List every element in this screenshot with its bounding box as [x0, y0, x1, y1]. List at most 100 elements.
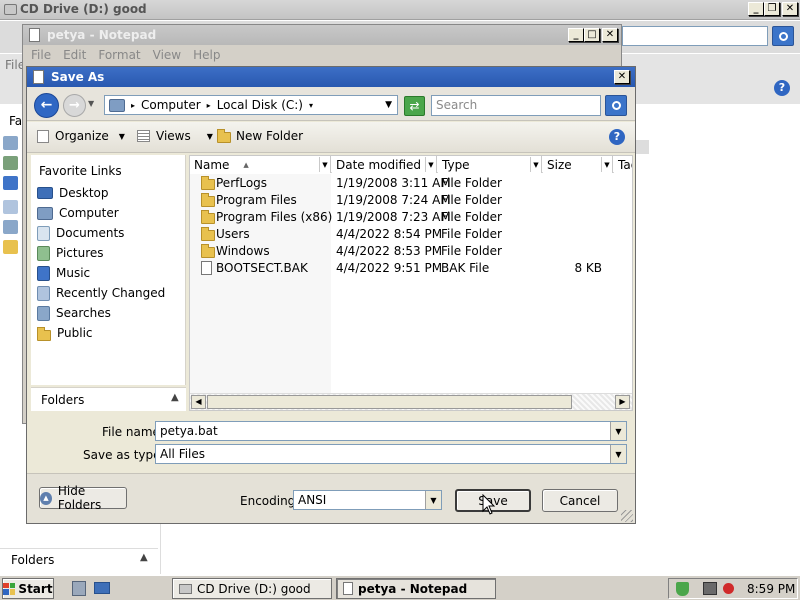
- horizontal-scrollbar[interactable]: ◀ ▶: [190, 393, 632, 410]
- hide-folders-button[interactable]: ▲ Hide Folders: [39, 484, 127, 512]
- column-dropdown-icon[interactable]: ▼: [425, 157, 436, 172]
- encoding-select[interactable]: ANSI ▼: [293, 490, 442, 510]
- task-explorer[interactable]: CD Drive (D:) good: [172, 578, 332, 599]
- quicklaunch-server-icon[interactable]: [72, 581, 86, 596]
- column-type[interactable]: Type ▼: [438, 156, 542, 173]
- chevron-down-icon[interactable]: ▼: [425, 491, 441, 509]
- breadcrumb[interactable]: ▸ Computer ▸ Local Disk (C:) ▾ ▼: [104, 95, 398, 115]
- column-size[interactable]: Size ▼: [543, 156, 613, 173]
- column-label: Type: [442, 157, 470, 172]
- task-notepad[interactable]: petya - Notepad: [336, 578, 496, 599]
- search-icon: [611, 101, 621, 110]
- notepad-minimize-button[interactable]: _: [568, 28, 584, 42]
- refresh-icon: ⇄: [409, 99, 420, 113]
- column-label: Tag: [618, 157, 632, 172]
- chevron-down-icon[interactable]: ▼: [610, 445, 626, 463]
- explorer-list-header-stub: [635, 140, 649, 154]
- chevron-up-icon: ▲: [40, 491, 52, 505]
- chevron-up-icon: ▲: [171, 392, 179, 403]
- menu-help[interactable]: Help: [193, 48, 220, 62]
- favorite-documents[interactable]: Documents: [37, 223, 124, 243]
- volume-icon[interactable]: [723, 583, 734, 594]
- favorite-searches[interactable]: Searches: [37, 303, 111, 323]
- organize-button[interactable]: Organize ▼: [37, 129, 125, 143]
- forward-button[interactable]: →: [63, 94, 86, 117]
- table-row[interactable]: PerfLogs 1/19/2008 3:11 AM File Folder: [190, 175, 630, 192]
- views-button[interactable]: Views ▼: [137, 129, 213, 143]
- explorer-close-button[interactable]: ✕: [782, 2, 798, 16]
- favorite-recently-changed[interactable]: Recently Changed: [37, 283, 165, 303]
- breadcrumb-dropdown-icon[interactable]: ▼: [385, 100, 392, 110]
- search-button[interactable]: [605, 95, 627, 116]
- file-name-cell: BOOTSECT.BAK: [216, 261, 308, 275]
- table-row[interactable]: Program Files (x86) 1/19/2008 7:23 AM File…: [190, 209, 630, 226]
- organize-label: Organize: [55, 129, 109, 143]
- file-name-input[interactable]: petya.bat ▼: [155, 421, 627, 441]
- notepad-maximize-button[interactable]: □: [584, 28, 600, 42]
- sort-ascending-icon: ▲: [243, 160, 249, 169]
- task-label: petya - Notepad: [358, 581, 468, 596]
- notepad-close-button[interactable]: ✕: [602, 28, 618, 42]
- menu-format[interactable]: Format: [98, 48, 140, 62]
- date-modified-cell: 1/19/2008 7:24 AM: [336, 193, 451, 207]
- favorite-computer[interactable]: Computer: [37, 203, 119, 223]
- cancel-button[interactable]: Cancel: [542, 489, 618, 512]
- favorite-music[interactable]: Music: [37, 263, 90, 283]
- file-rows: PerfLogs 1/19/2008 3:11 AM File Folder Prog…: [190, 175, 632, 295]
- favorite-public[interactable]: Public: [37, 323, 93, 343]
- drive-icon: [179, 583, 192, 594]
- search-placeholder: Search: [436, 98, 478, 112]
- help-icon[interactable]: ?: [774, 80, 790, 96]
- favorite-desktop[interactable]: Desktop: [37, 183, 109, 203]
- column-date-modified[interactable]: Date modified ▼: [332, 156, 437, 173]
- new-folder-button[interactable]: New Folder: [217, 129, 303, 143]
- network-icon[interactable]: [703, 582, 717, 595]
- history-dropdown-icon[interactable]: ▼: [88, 99, 94, 108]
- type-cell: File Folder: [441, 210, 502, 224]
- dialog-toolbar: Organize ▼ Views ▼ New Folder ?: [27, 122, 635, 153]
- column-tag[interactable]: Tag: [614, 156, 632, 173]
- column-dropdown-icon[interactable]: ▼: [601, 157, 612, 172]
- breadcrumb-computer[interactable]: Computer: [141, 98, 201, 112]
- security-shield-icon[interactable]: [676, 582, 689, 596]
- breadcrumb-local-disk[interactable]: Local Disk (C:): [217, 98, 303, 112]
- resize-grip-icon[interactable]: [621, 510, 633, 522]
- quicklaunch-desktop-icon[interactable]: [94, 582, 110, 594]
- music-icon: [37, 265, 50, 281]
- explorer-folders-bar[interactable]: Folders ▲: [0, 548, 158, 572]
- table-row[interactable]: Users 4/4/2022 8:54 PM File Folder: [190, 226, 630, 243]
- table-row[interactable]: Windows 4/4/2022 8:53 PM File Folder: [190, 243, 630, 260]
- column-dropdown-icon[interactable]: ▼: [530, 157, 541, 172]
- dialog-titlebar: Save As ✕: [27, 67, 635, 87]
- scroll-right-button[interactable]: ▶: [615, 395, 630, 409]
- folders-bar[interactable]: Folders ▲: [31, 387, 186, 411]
- search-input[interactable]: Search: [431, 95, 601, 116]
- start-button[interactable]: Start: [2, 578, 54, 599]
- breadcrumb-separator-icon: ▾: [308, 100, 313, 110]
- chevron-down-icon[interactable]: ▼: [610, 422, 626, 440]
- menu-view[interactable]: View: [153, 48, 181, 62]
- type-cell: File Folder: [441, 244, 502, 258]
- column-dropdown-icon[interactable]: ▼: [319, 157, 330, 172]
- help-icon[interactable]: ?: [609, 129, 625, 145]
- menu-edit[interactable]: Edit: [63, 48, 86, 62]
- date-modified-cell: 1/19/2008 7:23 AM: [336, 210, 451, 224]
- scroll-left-button[interactable]: ◀: [191, 395, 206, 409]
- favorite-pictures[interactable]: Pictures: [37, 243, 104, 263]
- table-row[interactable]: BOOTSECT.BAK 4/4/2022 9:51 PM BAK File 8 KB: [190, 260, 630, 277]
- date-modified-cell: 4/4/2022 8:54 PM: [336, 227, 443, 241]
- table-row[interactable]: Program Files 1/19/2008 7:24 AM File Folde…: [190, 192, 630, 209]
- scroll-thumb[interactable]: [207, 395, 572, 409]
- explorer-search-box[interactable]: [622, 26, 768, 46]
- explorer-minimize-button[interactable]: _: [748, 2, 764, 16]
- save-as-type-select[interactable]: All Files ▼: [155, 444, 627, 464]
- type-cell: File Folder: [441, 193, 502, 207]
- dialog-close-button[interactable]: ✕: [614, 70, 630, 84]
- explorer-folders-label: Folders: [11, 553, 55, 567]
- column-name[interactable]: Name ▲ ▼: [190, 156, 331, 173]
- refresh-button[interactable]: ⇄: [404, 96, 425, 116]
- back-button[interactable]: ←: [34, 93, 59, 118]
- explorer-restore-button[interactable]: ❐: [764, 2, 780, 16]
- explorer-search-button[interactable]: [772, 26, 794, 46]
- menu-file[interactable]: File: [31, 48, 51, 62]
